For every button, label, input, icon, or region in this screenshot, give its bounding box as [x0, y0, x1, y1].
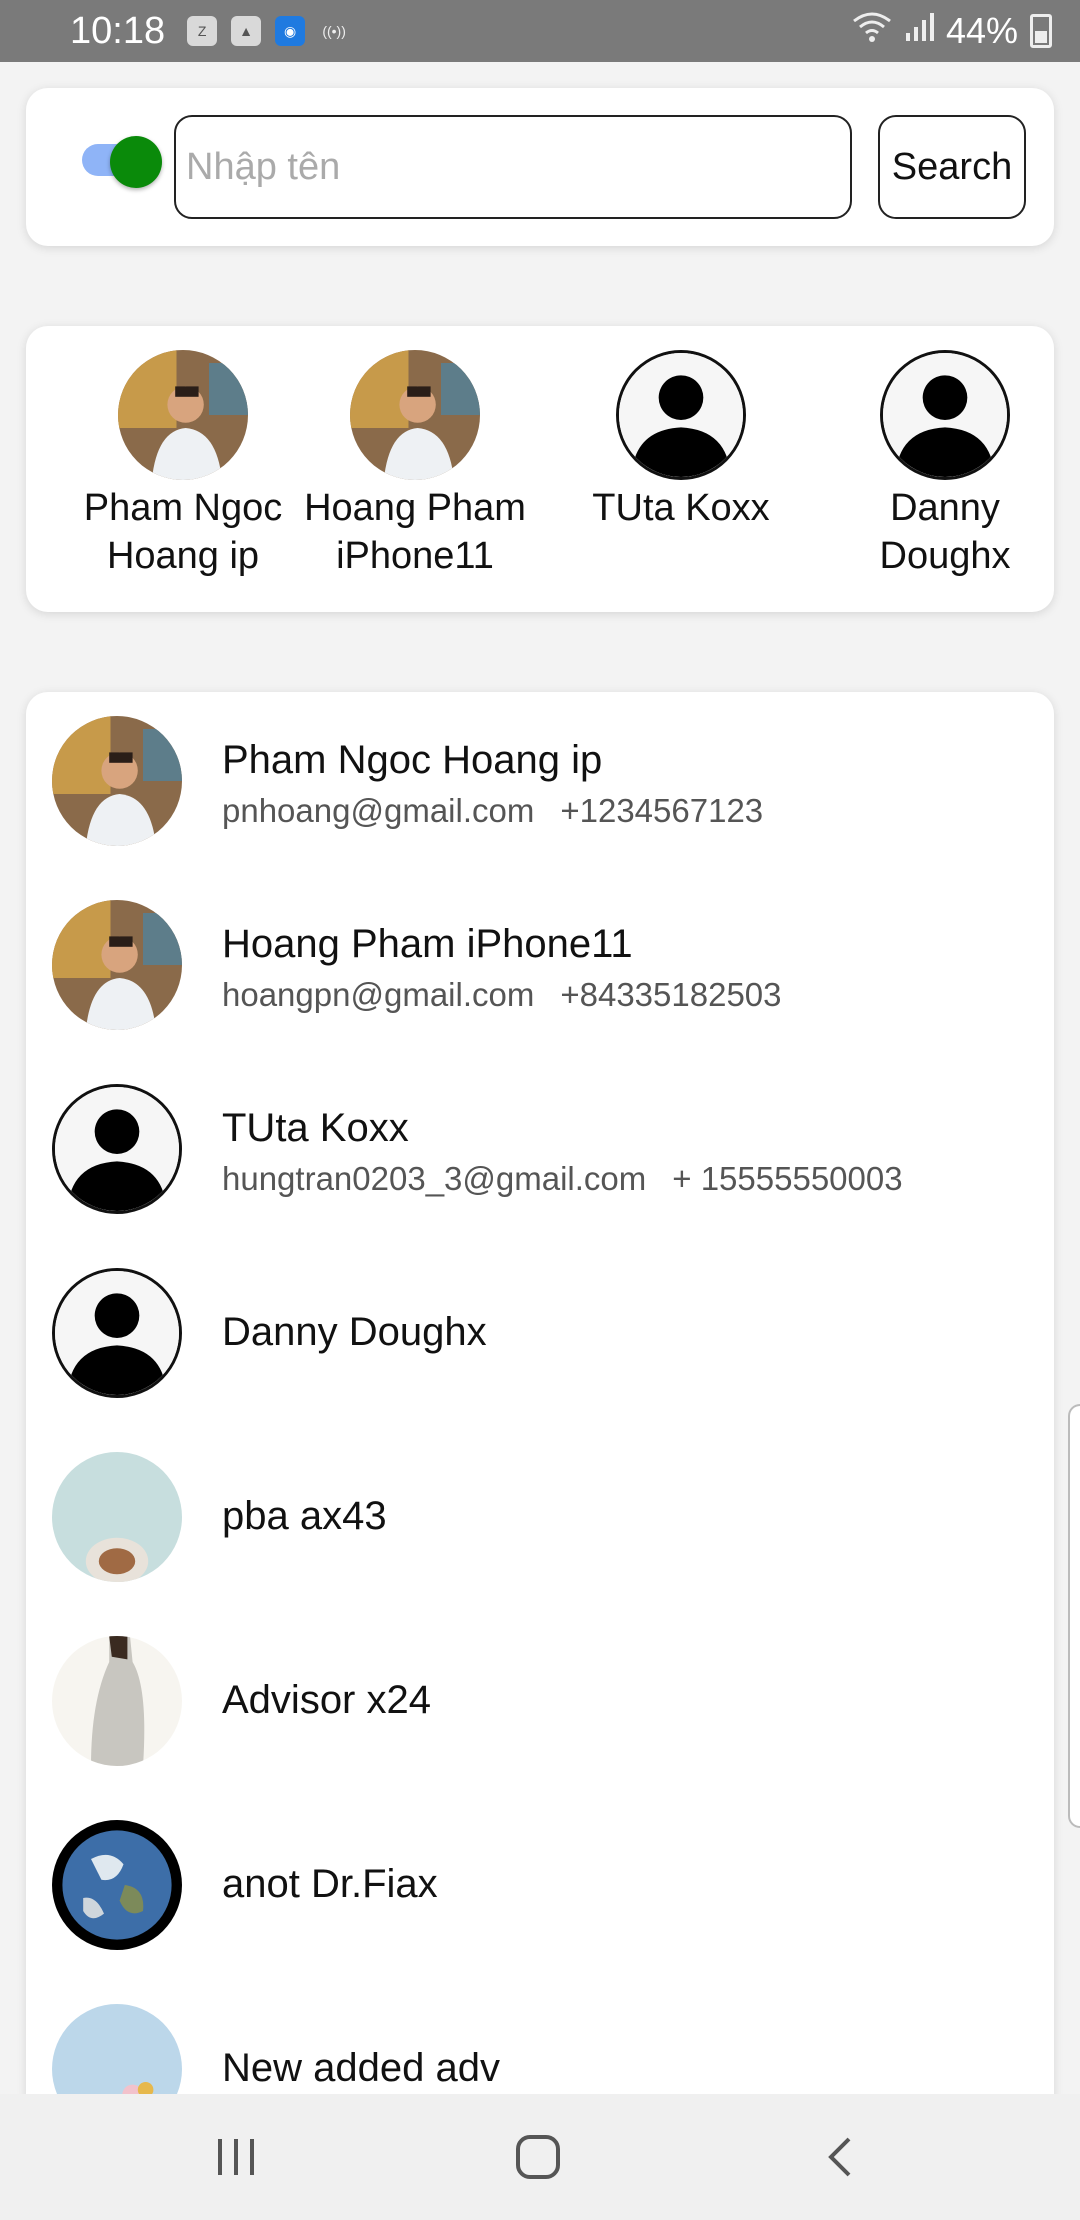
favorite-item[interactable]: Danny Doughx	[820, 350, 1070, 580]
toggle-knob	[110, 136, 162, 188]
avatar	[118, 350, 248, 480]
contact-name: Hoang Pham iPhone11	[222, 922, 633, 966]
contact-details: hungtran0203_3@gmail.com + 15555550003	[222, 1160, 903, 1198]
battery-level: 44%	[945, 10, 1018, 51]
favorite-item[interactable]: Hoang Pham iPhone11	[290, 350, 540, 580]
avatar	[52, 2004, 182, 2102]
search-button[interactable]: Search	[878, 115, 1026, 219]
search-input[interactable]	[174, 115, 852, 219]
contact-row[interactable]: Pham Ngoc Hoang ip pnhoang@gmail.com +123…	[52, 716, 1042, 848]
back-icon[interactable]	[800, 2124, 880, 2190]
status-bar: 10:18 Z ▲ ◉ ((•)) 44%	[0, 0, 1080, 62]
favorite-name-line2: Hoang ip	[106, 535, 260, 577]
contact-name: TUta Koxx	[222, 1106, 409, 1150]
signal-icon	[904, 10, 934, 52]
contact-email: pnhoang@gmail.com	[222, 792, 535, 829]
avatar	[52, 900, 182, 1030]
contact-row[interactable]: Advisor x24	[52, 1636, 1042, 1768]
navigation-bar	[0, 2094, 1080, 2220]
wifi-icon	[852, 10, 892, 52]
placeholder-person-icon	[616, 350, 746, 480]
filter-toggle[interactable]	[82, 136, 162, 188]
contact-phone: + 15555550003	[672, 1160, 903, 1197]
favorite-name-line1: Danny	[890, 487, 1000, 529]
home-icon[interactable]	[498, 2124, 578, 2190]
recents-icon[interactable]	[196, 2124, 276, 2190]
contact-phone: +84335182503	[560, 976, 782, 1013]
gallery-icon: ▲	[231, 16, 262, 46]
battery-icon	[1030, 14, 1052, 48]
contact-details: hoangpn@gmail.com +84335182503	[222, 976, 782, 1014]
avatar	[52, 1820, 182, 1950]
favorite-item[interactable]: Pham Ngoc Hoang ip	[58, 350, 308, 580]
favorites-card: Pham Ngoc Hoang ip Hoang Pham iPhone11 T…	[26, 326, 1054, 612]
contact-row[interactable]: Hoang Pham iPhone11 hoangpn@gmail.com +84…	[52, 900, 1042, 1032]
avatar	[52, 716, 182, 846]
broadcast-icon: ((•))	[322, 23, 346, 39]
placeholder-person-icon	[880, 350, 1010, 480]
contact-row[interactable]: TUta Koxx hungtran0203_3@gmail.com + 1555…	[52, 1084, 1042, 1216]
contact-row[interactable]: New added adv	[52, 2004, 1042, 2102]
contact-name: Pham Ngoc Hoang ip	[222, 738, 603, 782]
contact-details: pnhoang@gmail.com +1234567123	[222, 792, 763, 830]
avatar	[350, 350, 480, 480]
favorite-item[interactable]: TUta Koxx	[556, 350, 806, 532]
contact-row[interactable]: Danny Doughx	[52, 1268, 1042, 1400]
hotspot-icon: ◉	[275, 16, 306, 46]
contact-name: pba ax43	[222, 1494, 387, 1538]
contact-name: Danny Doughx	[222, 1310, 487, 1354]
favorite-name-line2: iPhone11	[336, 535, 494, 577]
notification-icons: Z ▲ ◉ ((•))	[187, 16, 349, 46]
contact-row[interactable]: pba ax43	[52, 1452, 1042, 1584]
contact-email: hoangpn@gmail.com	[222, 976, 535, 1013]
contact-email: hungtran0203_3@gmail.com	[222, 1160, 647, 1197]
contact-name: anot Dr.Fiax	[222, 1862, 438, 1906]
avatar	[52, 1636, 182, 1766]
contact-name: New added adv	[222, 2046, 500, 2090]
contact-row[interactable]: anot Dr.Fiax	[52, 1820, 1042, 1952]
search-card: Search	[26, 88, 1054, 246]
favorite-name-line1: Pham Ngoc	[83, 487, 283, 529]
status-right: 44%	[852, 10, 1052, 52]
favorite-name-line1: Hoang Pham	[304, 487, 526, 529]
placeholder-person-icon	[52, 1084, 182, 1214]
placeholder-person-icon	[52, 1268, 182, 1398]
contact-phone: +1234567123	[560, 792, 764, 829]
scroll-handle[interactable]	[1068, 1404, 1080, 1828]
zalo-icon: Z	[187, 16, 218, 46]
status-time: 10:18	[70, 9, 166, 52]
favorite-name-line2: Doughx	[879, 535, 1011, 577]
favorite-name-line1: TUta Koxx	[592, 487, 770, 529]
avatar	[52, 1452, 182, 1582]
contacts-list[interactable]: Pham Ngoc Hoang ip pnhoang@gmail.com +123…	[26, 692, 1054, 2102]
contact-name: Advisor x24	[222, 1678, 431, 1722]
